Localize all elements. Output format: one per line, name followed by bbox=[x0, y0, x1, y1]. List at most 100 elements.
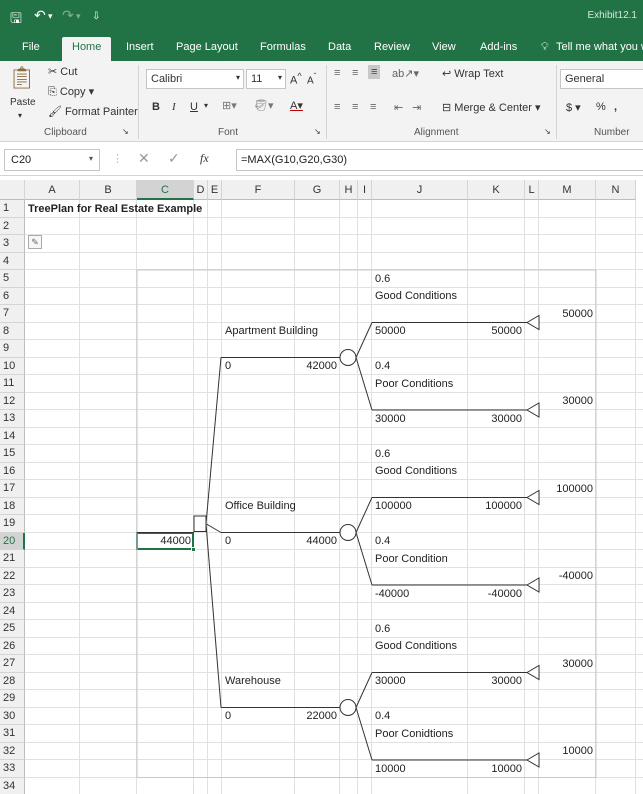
cell-j30[interactable]: 0.4 bbox=[375, 708, 390, 725]
undo-dropdown-icon[interactable]: ▾ bbox=[48, 12, 53, 22]
paste-icon[interactable]: 📋︎ bbox=[8, 65, 36, 91]
tab-formulas[interactable]: Formulas bbox=[260, 41, 306, 53]
tab-review[interactable]: Review bbox=[374, 41, 410, 53]
row-header-21[interactable]: 21 bbox=[0, 550, 25, 568]
tab-data[interactable]: Data bbox=[328, 41, 351, 53]
paste-dropdown-icon[interactable]: ▾ bbox=[18, 111, 22, 120]
tell-me-search[interactable]: Tell me what you w bbox=[556, 41, 643, 53]
cell-j31[interactable]: Poor Conidtions bbox=[375, 726, 453, 743]
font-name-select[interactable]: Calibri ▾ bbox=[146, 69, 244, 89]
decrease-indent-icon[interactable]: ⇤ bbox=[394, 101, 403, 114]
column-header-d[interactable]: D bbox=[194, 180, 208, 200]
row-header-34[interactable]: 34 bbox=[0, 777, 25, 794]
orientation-icon[interactable]: ab↗▾ bbox=[392, 67, 419, 80]
row-header-7[interactable]: 7 bbox=[0, 305, 25, 323]
column-header-h[interactable]: H bbox=[340, 180, 358, 200]
row-header-24[interactable]: 24 bbox=[0, 602, 25, 620]
cell-j13[interactable]: 30000 bbox=[375, 411, 406, 428]
cell-d19[interactable]: 2 bbox=[194, 516, 205, 533]
cell-j5[interactable]: 0.6 bbox=[375, 271, 390, 288]
row-header-14[interactable]: 14 bbox=[0, 427, 25, 445]
row-header-11[interactable]: 11 bbox=[0, 375, 25, 393]
row-header-19[interactable]: 19 bbox=[0, 515, 25, 533]
row-header-30[interactable]: 30 bbox=[0, 707, 25, 725]
row-header-27[interactable]: 27 bbox=[0, 655, 25, 673]
name-box[interactable]: C20 ▾ bbox=[4, 149, 100, 171]
row-header-29[interactable]: 29 bbox=[0, 690, 25, 708]
cell-j10[interactable]: 0.4 bbox=[375, 358, 390, 375]
row-header-32[interactable]: 32 bbox=[0, 742, 25, 760]
underline-dropdown-icon[interactable]: ▾ bbox=[204, 101, 208, 110]
row-header-22[interactable]: 22 bbox=[0, 567, 25, 585]
row-header-6[interactable]: 6 bbox=[0, 287, 25, 305]
alignment-launcher-icon[interactable]: ↘ bbox=[544, 127, 551, 136]
cell-g30[interactable]: 22000 bbox=[295, 708, 337, 725]
formula-bar-resize-handle[interactable]: ⋮ bbox=[112, 152, 123, 165]
row-header-17[interactable]: 17 bbox=[0, 480, 25, 498]
column-header-f[interactable]: F bbox=[222, 180, 295, 200]
row-header-12[interactable]: 12 bbox=[0, 392, 25, 410]
cell-m17[interactable]: 100000 bbox=[539, 481, 593, 498]
tab-home[interactable]: Home bbox=[62, 37, 112, 61]
cell-f20[interactable]: 0 bbox=[225, 533, 231, 550]
cell-j25[interactable]: 0.6 bbox=[375, 621, 390, 638]
column-header-n[interactable]: N bbox=[596, 180, 636, 200]
active-cell-selection[interactable] bbox=[136, 531, 194, 550]
cell-j28[interactable]: 30000 bbox=[375, 673, 406, 690]
cell-j33[interactable]: 10000 bbox=[375, 761, 406, 778]
tab-add-ins[interactable]: Add-ins bbox=[480, 41, 517, 53]
align-middle-icon[interactable]: ≡ bbox=[352, 67, 358, 79]
customize-toolbar-icon[interactable]: ⇩ bbox=[92, 11, 100, 22]
align-top-icon[interactable]: ≡ bbox=[334, 67, 340, 79]
row-header-25[interactable]: 25 bbox=[0, 620, 25, 638]
align-right-icon[interactable]: ≡ bbox=[370, 101, 376, 113]
font-size-select[interactable]: 11 ▾ bbox=[246, 69, 286, 89]
treeplan-icon[interactable]: ✎ bbox=[28, 235, 42, 249]
percent-button[interactable]: % bbox=[596, 101, 606, 113]
tab-file[interactable]: File bbox=[22, 41, 40, 53]
redo-dropdown-icon[interactable]: ▾ bbox=[76, 12, 81, 22]
copy-button[interactable]: ⎘ Copy ▾ bbox=[48, 85, 94, 99]
cancel-icon[interactable]: ✕ bbox=[138, 150, 150, 167]
cell-k18[interactable]: 100000 bbox=[468, 498, 522, 515]
row-header-18[interactable]: 18 bbox=[0, 497, 25, 515]
cell-j11[interactable]: Poor Conditions bbox=[375, 376, 453, 393]
redo-icon[interactable]: ↷ bbox=[62, 8, 74, 24]
underline-button[interactable]: U bbox=[190, 101, 198, 113]
italic-button[interactable]: I bbox=[172, 101, 176, 113]
cell-k13[interactable]: 30000 bbox=[468, 411, 522, 428]
cut-button[interactable]: ✂ Cut bbox=[48, 65, 77, 78]
worksheet-grid[interactable]: A B C D E F G H I J K L M N 1 2 3 4 5 6 7 8 9 10 11 12 13 14 15 16 17 1… bbox=[0, 180, 643, 794]
shrink-font-button[interactable]: Aˇ bbox=[307, 71, 316, 86]
select-all-corner[interactable] bbox=[0, 180, 25, 200]
cell-j15[interactable]: 0.6 bbox=[375, 446, 390, 463]
cell-k23[interactable]: -40000 bbox=[468, 586, 522, 603]
column-header-i[interactable]: I bbox=[358, 180, 372, 200]
currency-button[interactable]: $ ▾ bbox=[566, 101, 581, 114]
merge-center-button[interactable]: ⊟ Merge & Center ▾ bbox=[442, 101, 541, 114]
grow-font-button[interactable]: A^ bbox=[290, 71, 302, 87]
cell-m7[interactable]: 50000 bbox=[539, 306, 593, 323]
column-header-j[interactable]: J bbox=[372, 180, 468, 200]
cell-j8[interactable]: 50000 bbox=[375, 323, 406, 340]
comma-button[interactable]: , bbox=[614, 101, 617, 113]
row-header-4[interactable]: 4 bbox=[0, 252, 25, 270]
cell-f10[interactable]: 0 bbox=[225, 358, 231, 375]
font-color-icon[interactable]: A▾ bbox=[290, 99, 303, 112]
row-header-26[interactable]: 26 bbox=[0, 637, 25, 655]
tab-page-layout[interactable]: Page Layout bbox=[176, 41, 238, 53]
clipboard-launcher-icon[interactable]: ↘ bbox=[122, 127, 129, 136]
row-header-33[interactable]: 33 bbox=[0, 760, 25, 778]
column-header-c[interactable]: C bbox=[137, 180, 194, 200]
cell-f30[interactable]: 0 bbox=[225, 708, 231, 725]
align-left-icon[interactable]: ≡ bbox=[334, 101, 340, 113]
row-header-13[interactable]: 13 bbox=[0, 410, 25, 428]
fill-handle[interactable] bbox=[191, 547, 196, 552]
cell-j23[interactable]: -40000 bbox=[375, 586, 409, 603]
row-header-8[interactable]: 8 bbox=[0, 322, 25, 340]
cell-f28[interactable]: Warehouse bbox=[225, 673, 281, 690]
borders-icon[interactable]: ⊞▾ bbox=[222, 99, 237, 112]
column-header-g[interactable]: G bbox=[295, 180, 340, 200]
column-header-l[interactable]: L bbox=[525, 180, 539, 200]
bold-button[interactable]: B bbox=[152, 101, 160, 113]
